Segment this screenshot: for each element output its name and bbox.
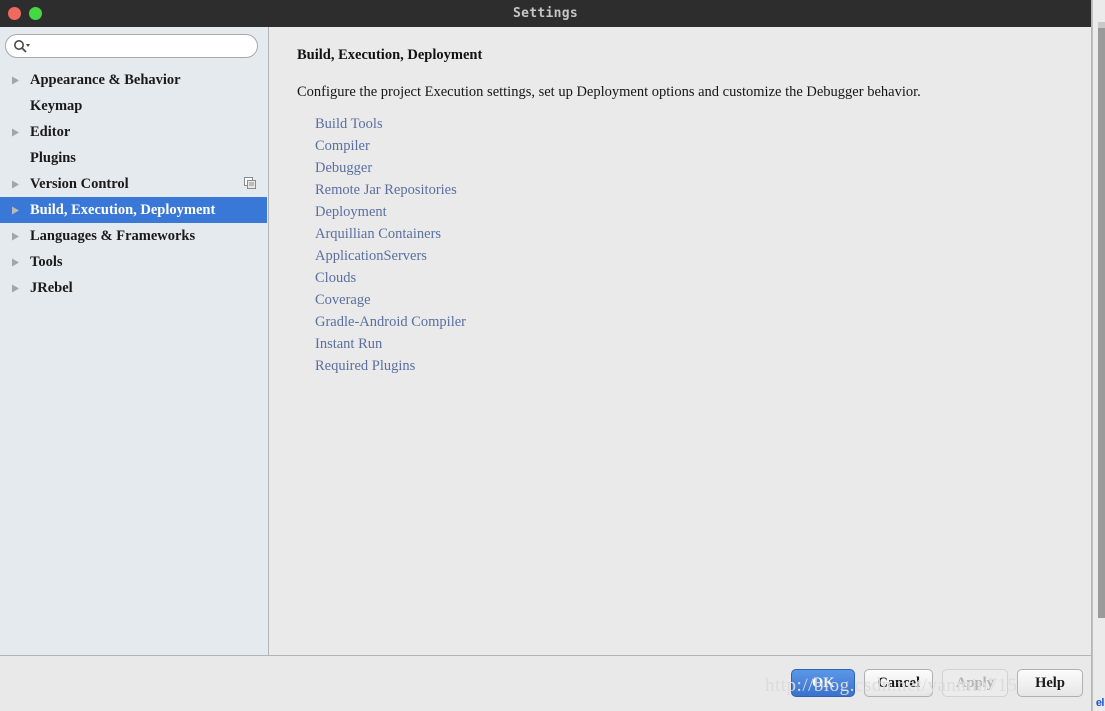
- expand-arrow-icon[interactable]: [11, 197, 30, 223]
- apply-button: Apply: [942, 669, 1008, 697]
- search-input[interactable]: [31, 37, 241, 55]
- maximize-window-button[interactable]: [29, 7, 42, 20]
- list-item: ApplicationServers: [315, 245, 1091, 267]
- link-arquillian-containers[interactable]: Arquillian Containers: [315, 226, 441, 242]
- close-window-button[interactable]: [8, 7, 21, 20]
- sidebar-item-label: Keymap: [30, 97, 83, 114]
- dialog-body: Appearance & Behavior Keymap Editor Plug…: [0, 27, 1091, 655]
- sidebar-item-editor[interactable]: Editor: [0, 119, 268, 145]
- settings-link-list: Build Tools Compiler Debugger Remote Jar…: [315, 113, 1091, 377]
- sidebar-item-jrebel[interactable]: JRebel: [0, 275, 268, 301]
- list-item: Deployment: [315, 201, 1091, 223]
- sidebar-item-plugins[interactable]: Plugins: [0, 145, 268, 171]
- list-item: Compiler: [315, 135, 1091, 157]
- sidebar-item-label: Plugins: [30, 149, 76, 166]
- link-deployment[interactable]: Deployment: [315, 204, 387, 220]
- sidebar-item-label: Appearance & Behavior: [30, 71, 181, 88]
- title-bar: Settings: [0, 0, 1091, 27]
- sidebar-item-label: JRebel: [30, 279, 73, 296]
- sidebar-item-languages-frameworks[interactable]: Languages & Frameworks: [0, 223, 268, 249]
- page-description: Configure the project Execution settings…: [297, 84, 921, 100]
- settings-sidebar: Appearance & Behavior Keymap Editor Plug…: [0, 27, 269, 655]
- page-title: Build, Execution, Deployment: [297, 47, 483, 63]
- list-item: Debugger: [315, 157, 1091, 179]
- link-build-tools[interactable]: Build Tools: [315, 116, 383, 132]
- link-instant-run[interactable]: Instant Run: [315, 336, 382, 352]
- ok-button[interactable]: OK: [791, 669, 856, 697]
- search-icon: [13, 39, 31, 53]
- expand-arrow-icon[interactable]: [11, 119, 30, 145]
- list-item: Clouds: [315, 267, 1091, 289]
- expand-arrow-placeholder: [11, 145, 30, 171]
- sidebar-item-label: Build, Execution, Deployment: [30, 201, 216, 218]
- content-inner: Build, Execution, Deployment Configure t…: [269, 27, 1091, 377]
- cancel-button[interactable]: Cancel: [864, 669, 933, 697]
- list-item: Arquillian Containers: [315, 223, 1091, 245]
- window-controls: [8, 0, 42, 27]
- search-box[interactable]: [5, 34, 258, 58]
- sidebar-item-appearance-behavior[interactable]: Appearance & Behavior: [0, 67, 268, 93]
- dialog-footer: OK Cancel Apply Help: [0, 655, 1091, 711]
- list-item: Remote Jar Repositories: [315, 179, 1091, 201]
- list-item: Gradle-Android Compiler: [315, 311, 1091, 333]
- sidebar-item-label: Version Control: [30, 175, 129, 192]
- sidebar-item-label: Languages & Frameworks: [30, 227, 196, 244]
- link-compiler[interactable]: Compiler: [315, 138, 370, 154]
- settings-dialog: Settings Appearance & Behavior Keymap Ed…: [0, 0, 1092, 711]
- list-item: Build Tools: [315, 113, 1091, 135]
- link-clouds[interactable]: Clouds: [315, 270, 356, 286]
- expand-arrow-placeholder: [11, 93, 30, 119]
- list-item: Required Plugins: [315, 355, 1091, 377]
- link-remote-jar-repositories[interactable]: Remote Jar Repositories: [315, 182, 457, 198]
- expand-arrow-icon[interactable]: [11, 275, 30, 301]
- expand-arrow-icon[interactable]: [11, 223, 30, 249]
- background-corner-text: el: [1095, 697, 1105, 709]
- expand-arrow-icon[interactable]: [11, 249, 30, 275]
- settings-content-panel: Build, Execution, Deployment Configure t…: [269, 27, 1091, 655]
- sidebar-item-build-execution-deployment[interactable]: Build, Execution, Deployment: [0, 197, 267, 223]
- link-debugger[interactable]: Debugger: [315, 160, 372, 176]
- settings-tree: Appearance & Behavior Keymap Editor Plug…: [0, 67, 268, 301]
- sidebar-item-tools[interactable]: Tools: [0, 249, 268, 275]
- sidebar-item-label: Tools: [30, 253, 63, 270]
- link-required-plugins[interactable]: Required Plugins: [315, 358, 415, 374]
- list-item: Instant Run: [315, 333, 1091, 355]
- screen: el Settings Appearance & Behavior Keymap…: [0, 0, 1105, 711]
- sidebar-item-keymap[interactable]: Keymap: [0, 93, 268, 119]
- list-item: Coverage: [315, 289, 1091, 311]
- link-application-servers[interactable]: ApplicationServers: [315, 248, 427, 264]
- expand-arrow-icon[interactable]: [11, 67, 30, 93]
- link-coverage[interactable]: Coverage: [315, 292, 371, 308]
- copy-pages-icon[interactable]: [244, 177, 257, 190]
- search-container: [0, 27, 268, 58]
- expand-arrow-icon[interactable]: [11, 171, 30, 197]
- sidebar-item-version-control[interactable]: Version Control: [0, 171, 268, 197]
- sidebar-item-label: Editor: [30, 123, 71, 140]
- background-scrollbar-thumb[interactable]: [1098, 28, 1105, 618]
- link-gradle-android-compiler[interactable]: Gradle-Android Compiler: [315, 314, 466, 330]
- help-button[interactable]: Help: [1017, 669, 1083, 697]
- dialog-button-bar: OK Cancel Apply Help: [791, 669, 1083, 697]
- window-title: Settings: [512, 6, 578, 21]
